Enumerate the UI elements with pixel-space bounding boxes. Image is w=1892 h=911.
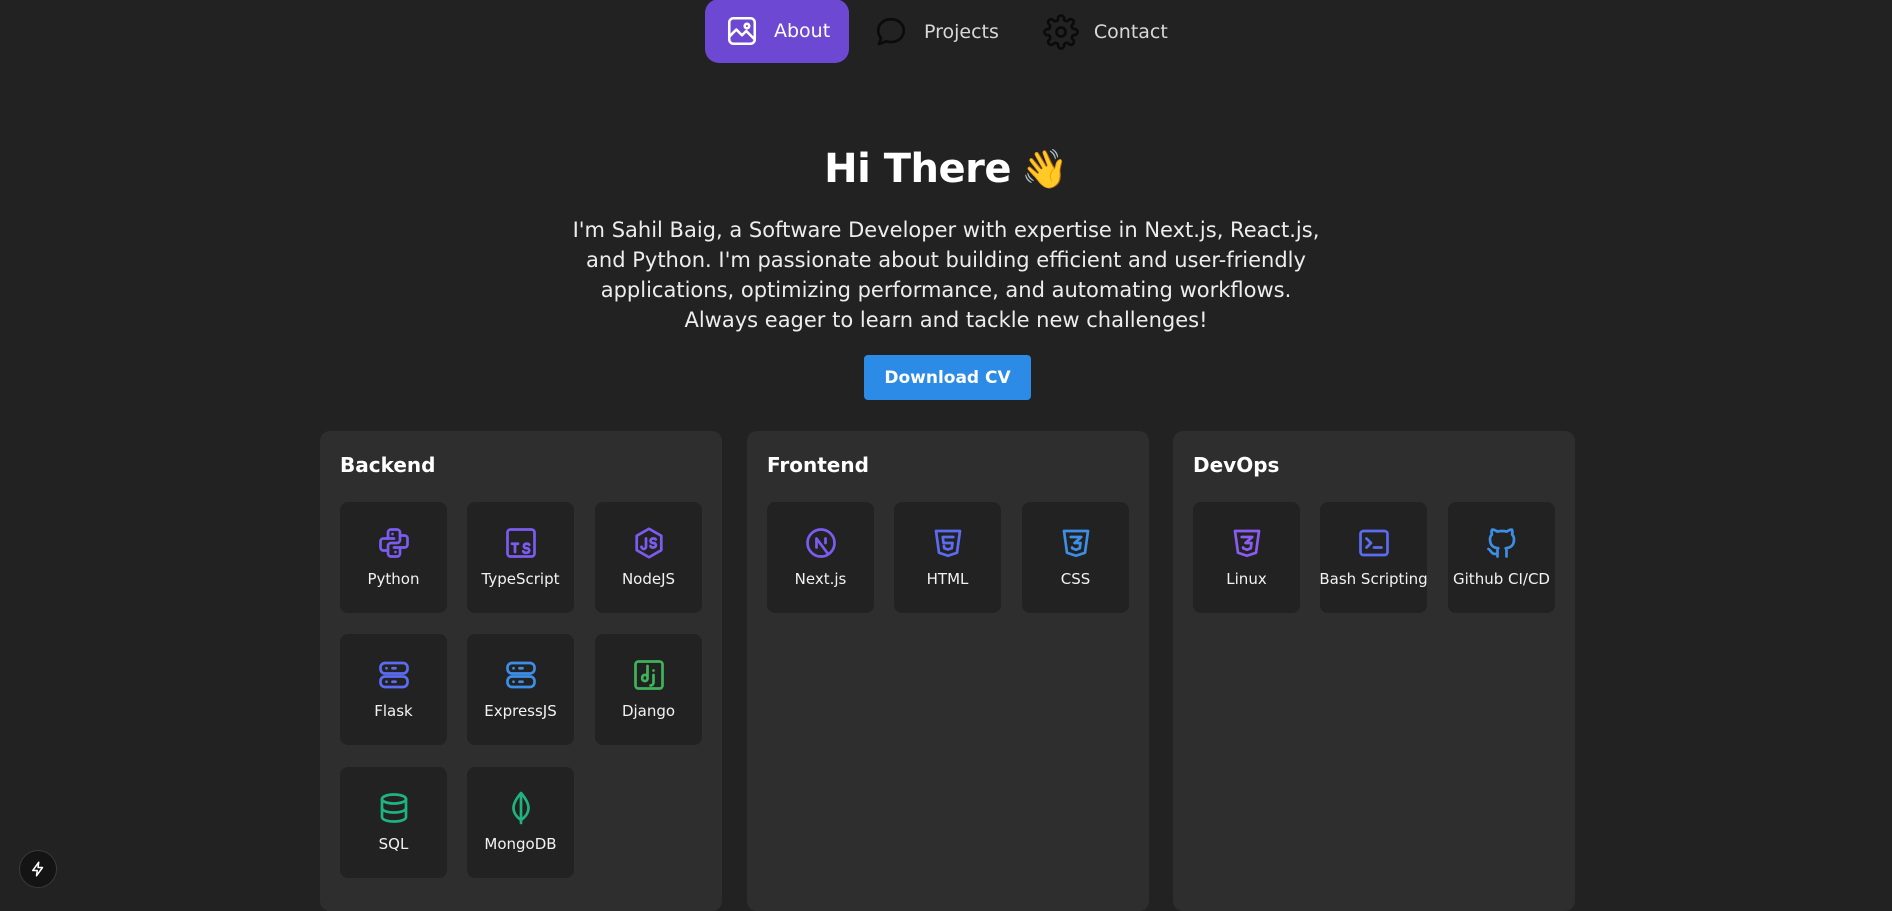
gear-icon <box>1043 14 1079 50</box>
hero-title: Hi There 👋 <box>0 146 1892 192</box>
top-nav: About Projects Contact <box>705 0 1188 64</box>
skill-tile-linux[interactable]: Linux <box>1193 502 1300 613</box>
skill-label: Flask <box>374 702 413 720</box>
linux-icon <box>1228 524 1266 562</box>
hero-description: I'm Sahil Baig, a Software Developer wit… <box>572 218 1320 332</box>
devops-panel: DevOps Linux Bash Scripting Github CI/CD <box>1173 431 1575 911</box>
skill-label: Django <box>621 702 676 720</box>
skill-label: Github CI/CD <box>1453 570 1550 588</box>
skill-tile-typescript[interactable]: TypeScript <box>467 502 574 613</box>
django-icon <box>630 656 668 694</box>
skill-tile-mongodb[interactable]: MongoDB <box>467 767 574 878</box>
frontend-panel: Frontend Next.js HTML CSS <box>747 431 1149 911</box>
panel-title: DevOps <box>1193 453 1280 477</box>
backend-panel: Backend Python TypeScript NodeJS Flask E… <box>320 431 722 911</box>
nav-label-contact: Contact <box>1093 21 1168 43</box>
skill-label: Next.js <box>794 570 847 588</box>
skill-tile-nodejs[interactable]: NodeJS <box>595 502 702 613</box>
nav-item-contact[interactable]: Contact <box>1023 0 1188 64</box>
download-cv-button[interactable]: Download CV <box>864 355 1031 400</box>
skill-tile-expressjs[interactable]: ExpressJS <box>467 634 574 745</box>
panel-title: Backend <box>340 453 436 477</box>
nav-label-about: About <box>774 20 831 42</box>
skill-label: Bash Scripting <box>1319 570 1428 588</box>
terminal-icon <box>1355 524 1393 562</box>
waving-hand-emoji: 👋 <box>1021 147 1068 191</box>
python-icon <box>375 524 413 562</box>
nextjs-icon <box>802 524 840 562</box>
skill-label: Python <box>367 570 420 588</box>
server-icon <box>502 656 540 694</box>
skill-label: HTML <box>926 570 969 588</box>
lightning-bolt-icon[interactable] <box>19 850 57 888</box>
skill-label: ExpressJS <box>484 702 557 720</box>
skill-tile-bash[interactable]: Bash Scripting <box>1319 502 1428 613</box>
skill-tile-flask[interactable]: Flask <box>340 634 447 745</box>
css3-icon <box>1057 524 1095 562</box>
skill-tile-nextjs[interactable]: Next.js <box>767 502 874 613</box>
skill-label: MongoDB <box>484 835 557 853</box>
database-icon <box>375 789 413 827</box>
nodejs-icon <box>630 524 668 562</box>
skill-label: NodeJS <box>621 570 676 588</box>
skill-tile-python[interactable]: Python <box>340 502 447 613</box>
skill-tile-html[interactable]: HTML <box>894 502 1001 613</box>
nav-label-projects: Projects <box>924 21 999 43</box>
image-icon <box>725 13 759 49</box>
github-icon <box>1483 524 1521 562</box>
hero-title-text: Hi There <box>824 146 1012 192</box>
nav-item-about[interactable]: About <box>705 0 849 63</box>
skill-tile-github-cicd[interactable]: Github CI/CD <box>1448 502 1555 613</box>
skill-tile-css[interactable]: CSS <box>1022 502 1129 613</box>
skill-label: SQL <box>378 835 409 853</box>
server-icon <box>375 656 413 694</box>
skill-tile-django[interactable]: Django <box>595 634 702 745</box>
typescript-icon <box>502 524 540 562</box>
mongodb-leaf-icon <box>502 789 540 827</box>
skill-label: CSS <box>1060 570 1091 588</box>
nav-item-projects[interactable]: Projects <box>853 0 1019 64</box>
panel-title: Frontend <box>767 453 869 477</box>
chat-bubble-icon <box>873 14 909 50</box>
skill-label: Linux <box>1226 570 1267 588</box>
html5-icon <box>929 524 967 562</box>
skill-label: TypeScript <box>481 570 560 588</box>
skill-tile-sql[interactable]: SQL <box>340 767 447 878</box>
